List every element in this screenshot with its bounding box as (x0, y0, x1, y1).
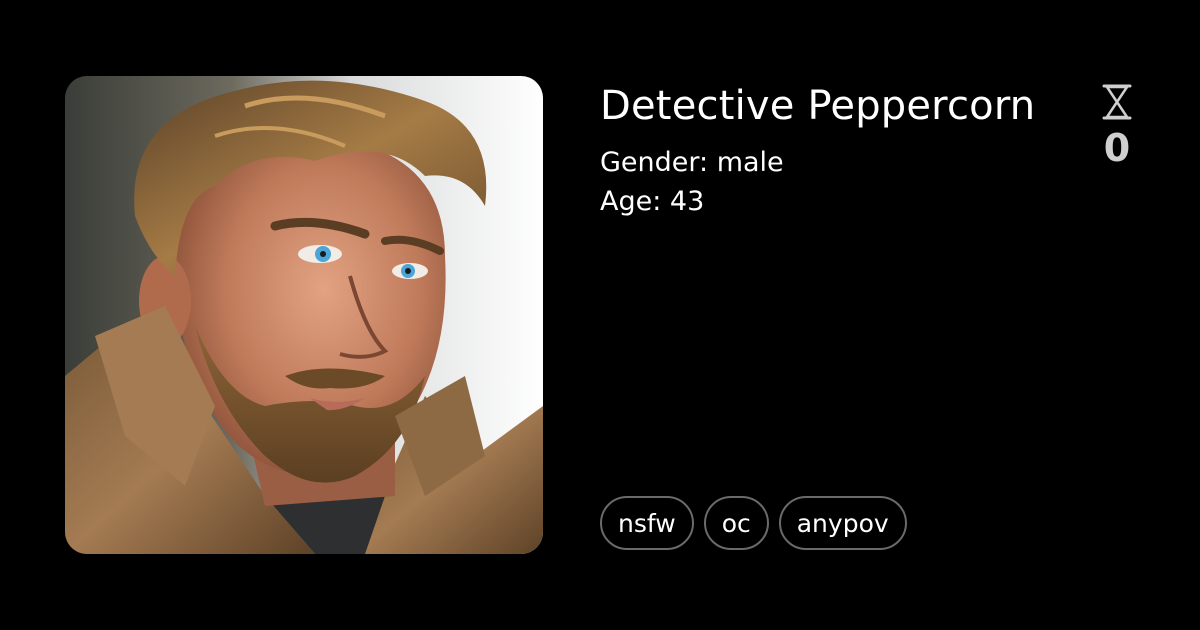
portrait-illustration (65, 76, 543, 554)
character-card: Detective Peppercorn Gender: male Age: 4… (0, 0, 1200, 630)
character-age: Age: 43 (600, 186, 705, 217)
hourglass-icon (1102, 84, 1132, 120)
tag-chip[interactable]: oc (703, 496, 769, 550)
counter: 0 (1090, 84, 1144, 168)
character-gender: Gender: male (600, 147, 784, 178)
tag-chip[interactable]: anypov (778, 496, 907, 550)
character-portrait (65, 76, 543, 554)
tag-list: nsfw oc anypov (600, 496, 907, 550)
character-name: Detective Peppercorn (600, 83, 1036, 129)
tag-chip[interactable]: nsfw (600, 496, 694, 550)
counter-value: 0 (1103, 126, 1131, 170)
